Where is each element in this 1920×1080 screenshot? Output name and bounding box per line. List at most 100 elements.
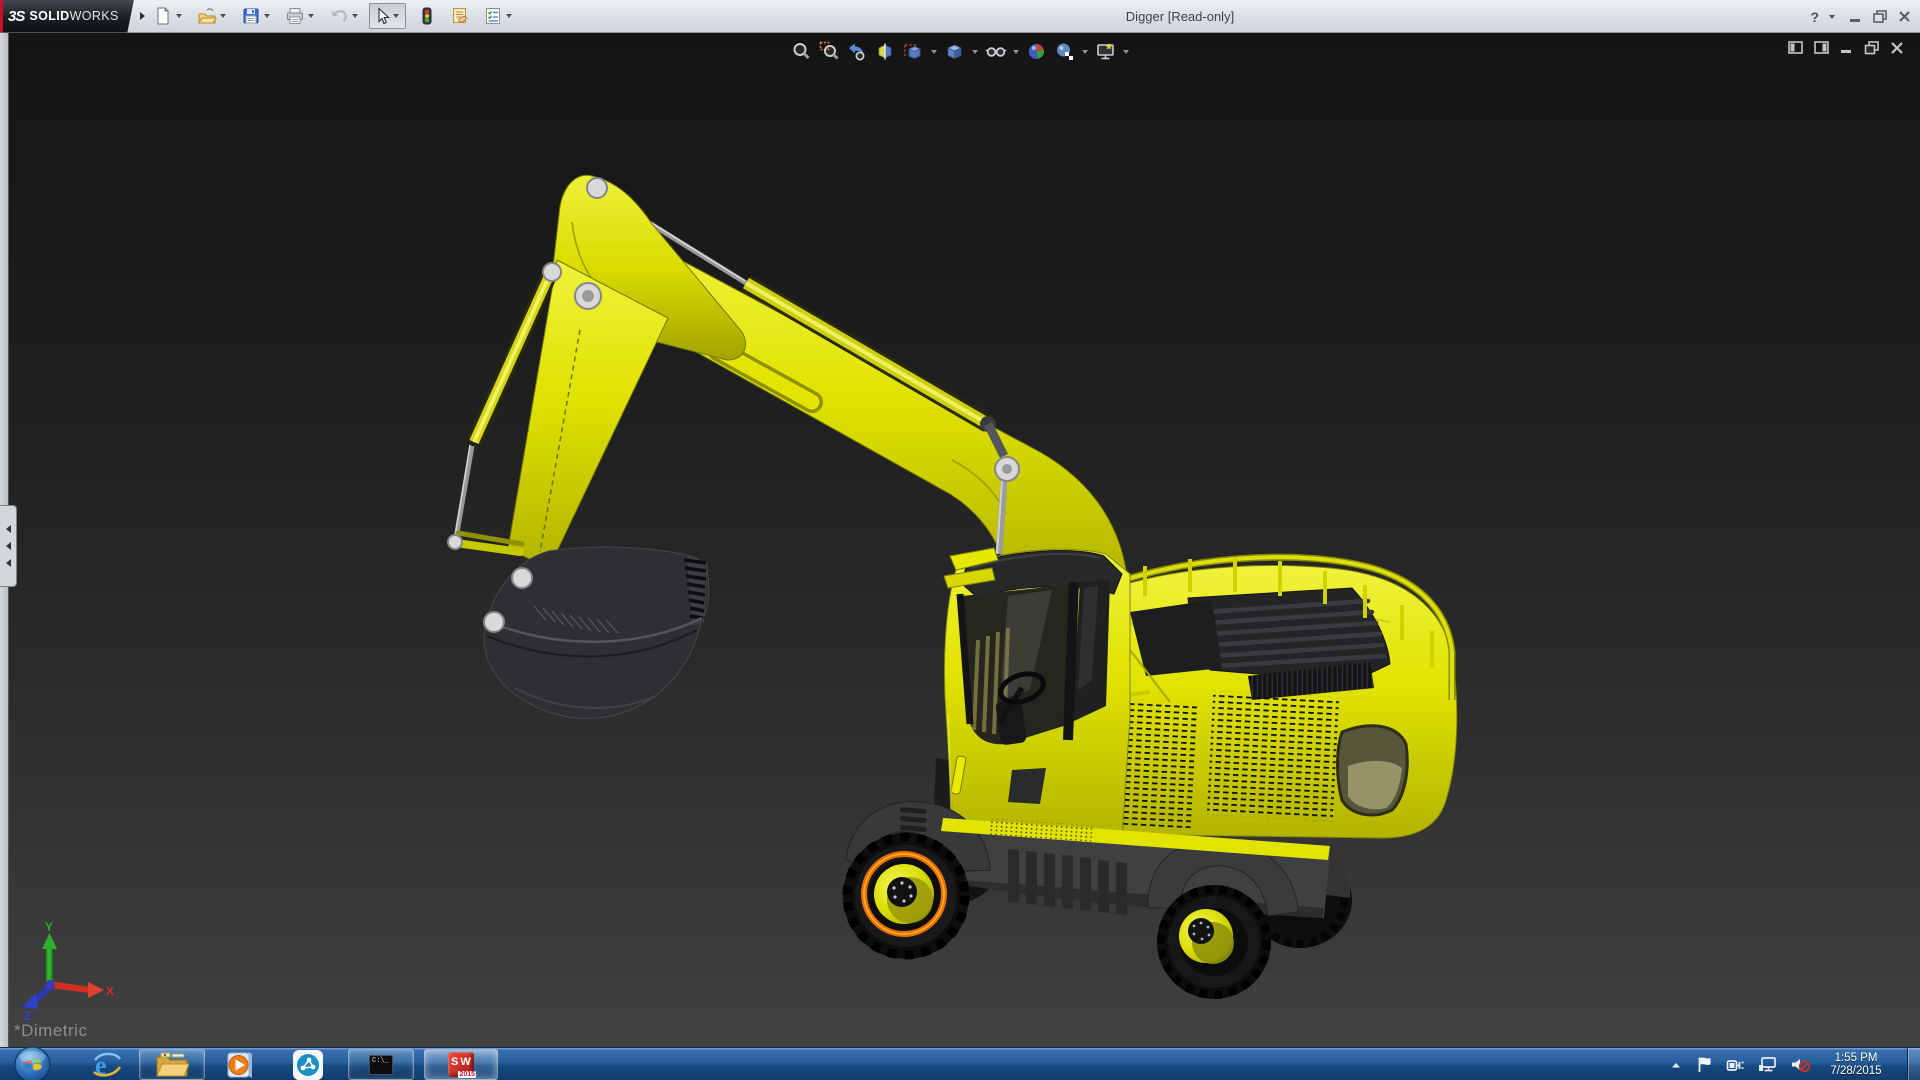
toolbar-flyout-arrow-icon[interactable] — [140, 12, 145, 20]
apply-scene-button[interactable] — [1052, 39, 1077, 64]
new-document-icon — [157, 6, 170, 25]
show-left-pane-button[interactable] — [1788, 41, 1804, 55]
zoom-to-area-button[interactable] — [817, 39, 842, 64]
close-button[interactable] — [1897, 9, 1912, 24]
triad-y-label: Y — [45, 921, 53, 934]
taskbar-share-app[interactable] — [285, 1049, 331, 1080]
featuremanager-flyout-tab[interactable] — [0, 505, 17, 587]
engine-housing[interactable] — [1094, 553, 1458, 839]
new-document-button[interactable] — [151, 4, 175, 28]
hide-show-items-icon — [985, 47, 1006, 57]
brand-accent-stripe — [0, 0, 3, 33]
help-dropdown-icon[interactable] — [1829, 14, 1835, 19]
zoom-to-area-icon — [819, 41, 839, 60]
restore-button[interactable] — [1872, 9, 1888, 24]
document-close-button[interactable] — [1890, 41, 1904, 55]
print-button[interactable] — [283, 4, 307, 28]
display-style-button[interactable] — [942, 39, 967, 64]
display-style-dropdown-icon[interactable] — [972, 49, 978, 54]
document-restore-button[interactable] — [1864, 41, 1880, 55]
save-dropdown-icon[interactable] — [264, 14, 270, 18]
action-center-flag-icon[interactable] — [1696, 1056, 1713, 1073]
window-title: Digger [Read-only] — [1125, 9, 1235, 24]
taskbar-windows-explorer[interactable] — [139, 1049, 205, 1080]
zoom-to-fit-button[interactable] — [789, 39, 814, 64]
rebuild-traffic-light-icon — [422, 7, 432, 25]
file-properties-icon — [453, 8, 468, 23]
previous-view-icon — [849, 43, 865, 61]
operator-cab[interactable] — [943, 547, 1131, 839]
edit-appearance-icon — [1028, 43, 1044, 59]
view-settings-dropdown-icon[interactable] — [1123, 49, 1129, 54]
standard-toolbar — [149, 0, 523, 33]
undo-icon — [332, 9, 347, 22]
hide-show-items-button[interactable] — [983, 39, 1008, 64]
view-orientation-button[interactable] — [901, 39, 926, 64]
save-icon — [243, 8, 259, 24]
section-view-button[interactable] — [873, 39, 898, 64]
select-button[interactable] — [369, 3, 406, 29]
solidworks-app-icon: SW 2015 — [448, 1052, 476, 1078]
options-button[interactable] — [481, 4, 505, 28]
view-orientation-dropdown-icon[interactable] — [931, 49, 937, 54]
taskbar-command-prompt[interactable]: C:\_ — [348, 1049, 414, 1080]
digger-3d-model[interactable] — [0, 33, 1920, 1047]
rebuild-button[interactable] — [415, 4, 439, 28]
solidworks-logo: 3S SOLIDWORKS — [0, 0, 134, 33]
open-dropdown-icon[interactable] — [220, 14, 226, 18]
save-button[interactable] — [239, 4, 263, 28]
brand-name: SOLIDWORKS — [29, 9, 119, 23]
share-app-icon — [293, 1049, 323, 1080]
show-hidden-icons-button[interactable] — [1669, 1059, 1683, 1071]
power-plug-icon[interactable] — [1726, 1056, 1745, 1073]
options-dropdown-icon[interactable] — [506, 14, 512, 18]
internet-explorer-icon: e — [93, 1051, 122, 1080]
view-orientation-label: *Dimetric — [14, 1021, 88, 1040]
open-button[interactable] — [195, 4, 219, 28]
front-wheel[interactable] — [842, 832, 970, 960]
taskbar-clock[interactable]: 1:55 PM 7/28/2015 — [1814, 1048, 1898, 1080]
select-dropdown-icon[interactable] — [393, 14, 399, 18]
undo-button[interactable] — [327, 4, 351, 28]
taskbar-solidworks[interactable]: SW 2015 — [424, 1049, 498, 1080]
solidworks-window: 3S SOLIDWORKS Digger [Read-only] ? Y X Z… — [0, 0, 1920, 1080]
document-minimize-button[interactable] — [1840, 41, 1854, 55]
undo-dropdown-icon[interactable] — [352, 14, 358, 18]
view-orientation-icon — [904, 44, 921, 60]
collapse-arrow-icon — [5, 542, 11, 550]
print-icon — [287, 8, 303, 24]
system-tray — [1669, 1048, 1810, 1080]
previous-view-button[interactable] — [845, 39, 870, 64]
collapse-arrow-icon — [5, 525, 11, 533]
start-button[interactable] — [13, 1045, 52, 1080]
solidworks-year-badge: 2015 — [458, 1071, 476, 1078]
headsup-toolbar — [789, 39, 1131, 64]
view-settings-button[interactable] — [1093, 39, 1118, 64]
graphics-viewport[interactable]: Y X Z *Dimetric — [0, 33, 1920, 1047]
hide-show-items-dropdown-icon[interactable] — [1013, 49, 1019, 54]
network-status-icon[interactable] — [1758, 1056, 1777, 1073]
taskbar-internet-explorer[interactable]: e — [86, 1049, 128, 1080]
edit-appearance-button[interactable] — [1024, 39, 1049, 64]
document-window-controls — [1788, 41, 1904, 55]
print-dropdown-icon[interactable] — [308, 14, 314, 18]
help-button[interactable]: ? — [1810, 9, 1819, 25]
show-desktop-button[interactable] — [1907, 1048, 1920, 1080]
section-view-icon — [878, 43, 892, 60]
minimize-button[interactable] — [1848, 9, 1863, 24]
orientation-triad: Y X Z — [22, 921, 114, 1021]
media-player-icon — [227, 1051, 252, 1078]
volume-muted-icon[interactable] — [1790, 1056, 1810, 1073]
show-right-pane-button[interactable] — [1814, 41, 1830, 55]
file-properties-button[interactable] — [448, 4, 472, 28]
apply-scene-dropdown-icon[interactable] — [1082, 49, 1088, 54]
taskbar-media-player[interactable] — [218, 1049, 262, 1080]
apply-scene-icon — [1057, 43, 1073, 60]
triad-y-axis — [46, 947, 53, 983]
zoom-to-fit-icon — [793, 43, 810, 60]
rear-wheel[interactable] — [1157, 885, 1271, 999]
open-icon — [198, 8, 217, 24]
new-dropdown-icon[interactable] — [176, 14, 182, 18]
select-cursor-icon — [378, 7, 390, 25]
triad-x-axis — [50, 981, 90, 993]
